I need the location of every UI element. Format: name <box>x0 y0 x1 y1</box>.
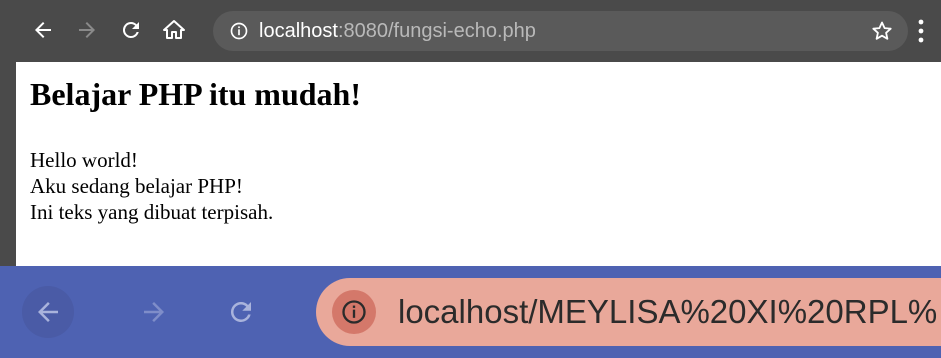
home-icon <box>163 20 185 39</box>
text-line: Ini teks yang dibuat terpisah. <box>30 200 274 224</box>
url-text[interactable]: localhost:8080/fungsi-echo.php <box>259 20 536 43</box>
home-button[interactable] <box>161 17 187 43</box>
menu-icon[interactable] <box>915 18 927 44</box>
text-line: Hello world! <box>30 148 138 172</box>
address-bar[interactable]: localhost/MEYLISA%20XI%20RPL% <box>316 278 941 346</box>
back-icon <box>35 22 51 38</box>
address-bar[interactable]: localhost:8080/fungsi-echo.php <box>213 11 908 51</box>
reload-button[interactable] <box>118 17 144 43</box>
forward-button[interactable] <box>128 286 180 338</box>
page-heading: Belajar PHP itu mudah! <box>30 76 361 112</box>
url-path: :8080/fungsi-echo.php <box>337 19 536 42</box>
reload-button[interactable] <box>215 286 267 338</box>
bottom-toolbar: localhost/MEYLISA%20XI%20RPL% <box>0 266 941 358</box>
forward-icon <box>79 22 95 38</box>
info-icon[interactable] <box>227 19 251 43</box>
text-line: Aku sedang belajar PHP! <box>30 174 243 198</box>
back-button[interactable] <box>22 286 74 338</box>
url-host: localhost <box>259 19 338 42</box>
reload-icon <box>122 21 139 38</box>
page-content: Belajar PHP itu mudah! Hello world! Aku … <box>30 62 930 266</box>
reload-icon <box>230 301 251 322</box>
back-icon <box>38 302 58 322</box>
forward-button[interactable] <box>74 17 100 43</box>
top-browser-window: localhost:8080/fungsi-echo.php Belajar P… <box>0 0 941 266</box>
forward-icon <box>144 302 164 322</box>
top-toolbar: localhost:8080/fungsi-echo.php <box>16 0 941 62</box>
star-icon[interactable] <box>870 19 894 43</box>
url-text[interactable]: localhost/MEYLISA%20XI%20RPL% <box>398 293 937 331</box>
window-edge <box>0 0 16 266</box>
info-icon[interactable] <box>332 290 376 334</box>
back-button[interactable] <box>30 17 56 43</box>
